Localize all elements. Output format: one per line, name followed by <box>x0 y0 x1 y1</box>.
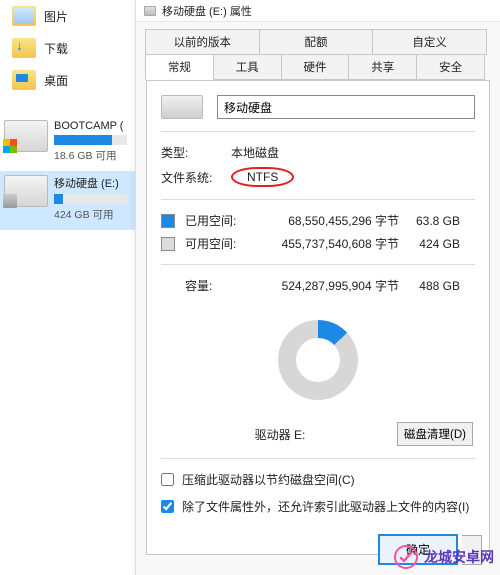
legend-used-icon <box>161 214 175 228</box>
drive-usage-bar <box>54 135 127 145</box>
explorer-sidebar: 图片 下载 桌面 BOOTCAMP ( 18.6 GB 可用 移动硬盘 (E:)… <box>0 0 135 575</box>
cap-bytes: 524,287,995,904 字节 <box>255 277 405 294</box>
dialog-titlebar[interactable]: 移动硬盘 (E:) 属性 <box>136 0 500 22</box>
drive-usage-bar <box>54 194 127 204</box>
drive-icon <box>161 95 203 119</box>
downloads-icon <box>12 38 36 58</box>
free-human: 424 GB <box>405 237 460 251</box>
free-bytes: 455,737,540,608 字节 <box>255 235 405 252</box>
watermark: 龙城安卓网 <box>394 545 494 569</box>
tab-customize[interactable]: 自定义 <box>372 29 487 55</box>
tab-general[interactable]: 常规 <box>145 54 214 80</box>
desktop-icon <box>12 70 36 90</box>
compress-checkbox[interactable] <box>161 473 174 486</box>
drive-icon <box>4 175 48 207</box>
fs-value-highlight: NTFS <box>231 167 294 187</box>
drive-icon <box>4 120 48 152</box>
type-value: 本地磁盘 <box>231 144 279 161</box>
drive-name: 移动硬盘 (E:) <box>54 175 131 191</box>
used-label: 已用空间: <box>185 212 255 229</box>
pictures-icon <box>12 6 36 26</box>
type-label: 类型: <box>161 144 231 161</box>
used-space-row: 已用空间: 68,550,455,296 字节 63.8 GB <box>161 212 475 229</box>
divider <box>161 131 475 132</box>
legend-free-icon <box>161 237 175 251</box>
filesystem-row: 文件系统: NTFS <box>161 167 475 187</box>
drive-free-text: 18.6 GB 可用 <box>54 148 131 163</box>
nav-label: 图片 <box>44 8 68 25</box>
tab-hardware[interactable]: 硬件 <box>281 54 350 80</box>
drive-free-text: 424 GB 可用 <box>54 207 131 222</box>
disk-cleanup-button[interactable]: 磁盘清理(D) <box>397 422 473 446</box>
divider <box>161 458 475 459</box>
space-rows: 已用空间: 68,550,455,296 字节 63.8 GB 可用空间: 45… <box>161 212 475 252</box>
capacity-row: 容量: 524,287,995,904 字节 488 GB <box>161 277 475 294</box>
type-row: 类型: 本地磁盘 <box>161 144 475 161</box>
used-bytes: 68,550,455,296 字节 <box>255 212 405 229</box>
tab-tools[interactable]: 工具 <box>213 54 282 80</box>
properties-dialog: 移动硬盘 (E:) 属性 以前的版本 配额 自定义 常规 工具 硬件 共享 安全… <box>135 0 500 575</box>
fs-label: 文件系统: <box>161 169 231 186</box>
nav-item-desktop[interactable]: 桌面 <box>0 64 135 96</box>
fs-value: NTFS <box>231 167 294 187</box>
drive-caption: 驱动器 E: <box>163 426 397 443</box>
drive-usage-fill <box>54 194 63 204</box>
cap-human: 488 GB <box>405 279 460 293</box>
divider <box>161 264 475 265</box>
watermark-logo-icon <box>394 545 418 569</box>
nav-item-downloads[interactable]: 下载 <box>0 32 135 64</box>
nav-item-pictures[interactable]: 图片 <box>0 0 135 32</box>
free-space-row: 可用空间: 455,737,540,608 字节 424 GB <box>161 235 475 252</box>
watermark-text: 龙城安卓网 <box>424 547 494 567</box>
usage-donut-icon <box>278 320 358 400</box>
usage-chart <box>161 300 475 420</box>
tab-panel-general: 类型: 本地磁盘 文件系统: NTFS 已用空间: 68,550,455,296… <box>146 80 490 555</box>
divider <box>161 199 475 200</box>
tab-security[interactable]: 安全 <box>416 54 485 80</box>
volume-name-input[interactable] <box>217 95 475 119</box>
drive-item-removable[interactable]: 移动硬盘 (E:) 424 GB 可用 <box>0 171 135 230</box>
free-label: 可用空间: <box>185 235 255 252</box>
tab-quota[interactable]: 配额 <box>259 29 374 55</box>
index-checkbox-row[interactable]: 除了文件属性外，还允许索引此驱动器上文件的内容(I) <box>161 498 475 515</box>
drive-list: BOOTCAMP ( 18.6 GB 可用 移动硬盘 (E:) 424 GB 可… <box>0 116 135 230</box>
compress-checkbox-row[interactable]: 压缩此驱动器以节约磁盘空间(C) <box>161 471 475 488</box>
index-label: 除了文件属性外，还允许索引此驱动器上文件的内容(I) <box>182 498 469 515</box>
volume-row <box>161 95 475 119</box>
drive-icon <box>144 6 156 16</box>
used-human: 63.8 GB <box>405 214 460 228</box>
drive-name: BOOTCAMP ( <box>54 120 131 132</box>
dialog-title: 移动硬盘 (E:) 属性 <box>162 3 252 19</box>
cap-label: 容量: <box>185 277 255 294</box>
nav-label: 桌面 <box>44 72 68 89</box>
drive-item-bootcamp[interactable]: BOOTCAMP ( 18.6 GB 可用 <box>0 116 135 171</box>
compress-label: 压缩此驱动器以节约磁盘空间(C) <box>182 471 355 488</box>
below-donut-row: 驱动器 E: 磁盘清理(D) <box>163 422 473 446</box>
nav-label: 下载 <box>44 40 68 57</box>
tab-sharing[interactable]: 共享 <box>348 54 417 80</box>
drive-info: 移动硬盘 (E:) 424 GB 可用 <box>54 175 131 222</box>
drive-usage-fill <box>54 135 112 145</box>
index-checkbox[interactable] <box>161 500 174 513</box>
dialog-tabs: 以前的版本 配额 自定义 常规 工具 硬件 共享 安全 <box>136 22 500 80</box>
drive-info: BOOTCAMP ( 18.6 GB 可用 <box>54 120 131 163</box>
tab-previous-versions[interactable]: 以前的版本 <box>145 29 260 55</box>
